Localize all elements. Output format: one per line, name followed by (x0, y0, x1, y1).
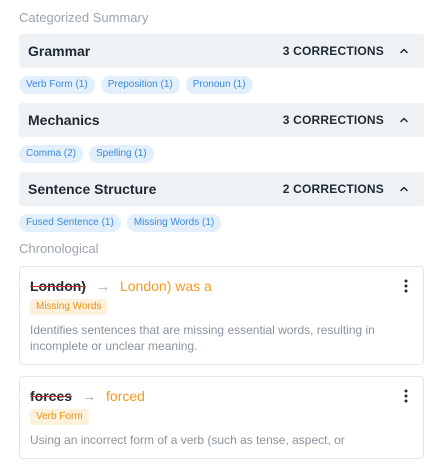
sentence-structure-chips: Fused Sentence (1) Missing Words (1) (19, 206, 424, 241)
replacement-text[interactable]: London) was a (120, 278, 212, 294)
more-vertical-icon[interactable] (399, 387, 413, 405)
correction-card[interactable]: forces → forced Verb Form Using an incor… (19, 376, 424, 459)
corrections-count: 2 CORRECTIONS (282, 182, 384, 196)
card-top: forces → forced (30, 387, 413, 405)
original-text: forces (30, 388, 73, 404)
category-tag: Verb Form (30, 409, 89, 425)
chip-verb-form[interactable]: Verb Form (1) (19, 76, 95, 94)
chronological-heading: Chronological (19, 241, 99, 256)
category-header-sentence-structure[interactable]: Sentence Structure 2 CORRECTIONS (19, 172, 424, 206)
corrections-count: 3 CORRECTIONS (282, 44, 384, 58)
category-right: 2 CORRECTIONS (283, 182, 410, 196)
arrow-right-icon: → (82, 388, 97, 404)
category-title: Mechanics (28, 112, 100, 128)
chevron-up-icon[interactable] (398, 183, 410, 195)
category-header-mechanics[interactable]: Mechanics 3 CORRECTIONS (19, 103, 424, 137)
chip-preposition[interactable]: Preposition (1) (100, 76, 180, 94)
category-right: 3 CORRECTIONS (283, 113, 410, 127)
category-header-grammar[interactable]: Grammar 3 CORRECTIONS (19, 34, 424, 68)
chevron-up-icon[interactable] (398, 114, 410, 126)
replacement-text[interactable]: forced (106, 388, 145, 404)
correction-description: Identifies sentences that are missing es… (30, 323, 375, 353)
correction-card[interactable]: London) → London) was a Missing Words Id… (19, 266, 424, 365)
category-title: Sentence Structure (28, 181, 157, 197)
chip-spelling[interactable]: Spelling (1) (89, 145, 154, 163)
arrow-right-icon: → (95, 278, 110, 294)
corrections-count: 3 CORRECTIONS (282, 113, 384, 127)
chip-missing-words[interactable]: Missing Words (1) (126, 214, 222, 232)
grammar-chips: Verb Form (1) Preposition (1) Pronoun (1… (19, 68, 424, 103)
chip-comma[interactable]: Comma (2) (19, 145, 84, 163)
category-right: 3 CORRECTIONS (283, 44, 410, 58)
correction-change: forces → forced (30, 388, 145, 404)
mechanics-chips: Comma (2) Spelling (1) (19, 137, 424, 172)
chevron-up-icon[interactable] (398, 45, 410, 57)
category-tag: Missing Words (30, 299, 108, 315)
category-title: Grammar (28, 43, 91, 59)
more-vertical-icon[interactable] (399, 277, 413, 295)
chip-fused-sentence[interactable]: Fused Sentence (1) (19, 214, 121, 232)
chip-pronoun[interactable]: Pronoun (1) (185, 76, 253, 94)
categorized-summary-heading: Categorized Summary (19, 10, 149, 25)
card-top: London) → London) was a (30, 277, 413, 295)
correction-description: Using an incorrect form of a verb (such … (30, 433, 345, 447)
correction-change: London) → London) was a (30, 278, 212, 294)
original-text: London) (30, 278, 86, 294)
corrections-panel: Categorized Summary Grammar 3 CORRECTION… (0, 0, 427, 475)
